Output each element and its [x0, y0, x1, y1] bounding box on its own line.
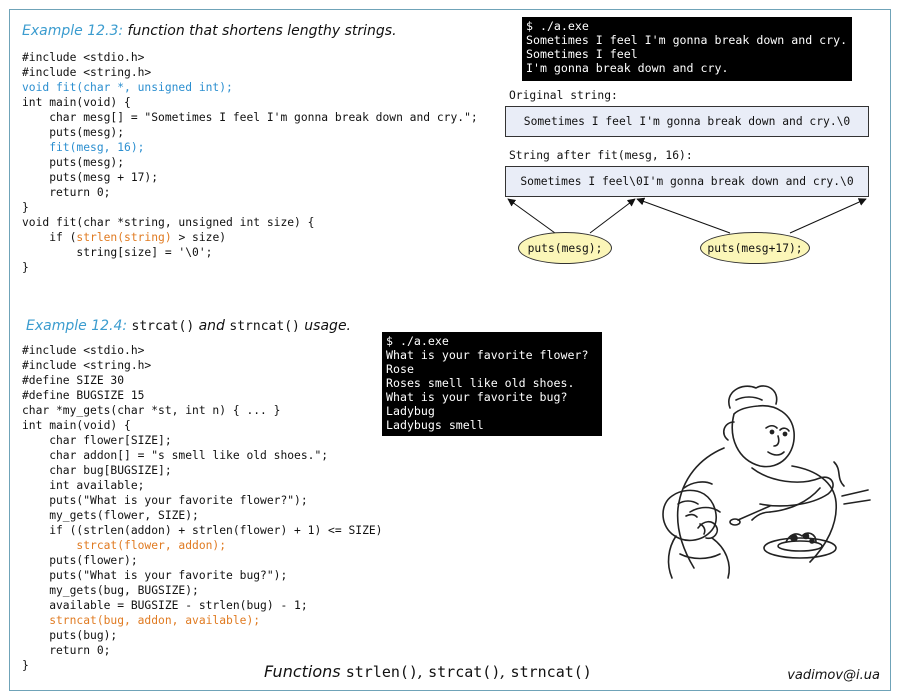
code-line: return 0;: [22, 644, 111, 657]
and-word: and: [194, 318, 230, 334]
example-12-4-code: #include <stdio.h> #include <string.h> #de…: [22, 343, 382, 673]
comma-1: ,: [417, 662, 429, 681]
strncat-func-name: strncat(): [229, 319, 300, 334]
code-line: char flower[SIZE];: [22, 434, 172, 447]
terminal-line: Rose: [386, 362, 414, 376]
code-line: available = BUGSIZE - strlen(bug) - 1;: [22, 599, 308, 612]
example-12-4-title: Example 12.4: strcat() and strncat() usa…: [26, 318, 351, 334]
strncat-name: strncat(): [510, 663, 592, 681]
terminal-line: Ladybug: [386, 404, 435, 418]
code-line: char *my_gets(char *st, int n) { ... }: [22, 404, 281, 417]
puts-mesg17-bubble: puts(mesg+17);: [700, 232, 810, 264]
footer-title: Functions strlen(), strcat(), strncat(): [264, 662, 592, 681]
code-line: puts(bug);: [22, 629, 118, 642]
code-line: char addon[] = "s smell like old shoes."…: [22, 449, 329, 462]
usage-word: usage.: [299, 318, 352, 334]
strcat-name: strcat(): [428, 663, 501, 681]
arrow-mesg17-start: [636, 197, 731, 234]
code-line: strcat(flower, addon);: [22, 539, 227, 552]
code-line: #define BUGSIZE 15: [22, 389, 145, 402]
code-line: puts("What is your favorite flower?");: [22, 494, 308, 507]
code-line: #include <string.h>: [22, 359, 152, 372]
functions-word: Functions: [264, 662, 346, 681]
terminal-line: What is your favorite flower?: [386, 348, 589, 362]
code-line: strncat(bug, addon, available);: [22, 614, 261, 627]
terminal-line: $ ./a.exe: [386, 334, 449, 348]
arrow-mesg-end: [589, 198, 636, 234]
terminal-line: Roses smell like old shoes.: [386, 376, 575, 390]
arrow-mesg-start: [507, 198, 556, 234]
example-12-4-terminal: $ ./a.exe What is your favorite flower? Ro…: [382, 332, 602, 436]
terminal-line: Ladybugs smell: [386, 418, 484, 432]
comma-2: ,: [500, 662, 511, 681]
code-line: my_gets(bug, BUGSIZE);: [22, 584, 199, 597]
strlen-name: strlen(): [345, 663, 418, 681]
example-number: Example 12.4:: [26, 318, 128, 334]
code-line: my_gets(flower, SIZE);: [22, 509, 199, 522]
code-line: puts(flower);: [22, 554, 138, 567]
code-line: int available;: [22, 479, 145, 492]
code-line: #define SIZE 30: [22, 374, 125, 387]
arrow-mesg17-end: [789, 198, 867, 234]
mother-feeding-child-drawing-icon: [662, 385, 871, 579]
code-line: int main(void) {: [22, 419, 131, 432]
strcat-func-name: strcat(): [131, 319, 195, 334]
code-line: #include <stdio.h>: [22, 344, 145, 357]
code-line: if ((strlen(addon) + strlen(flower) + 1)…: [22, 524, 383, 537]
author-signature: vadimov@i.ua: [787, 668, 880, 683]
code-line: char bug[BUGSIZE];: [22, 464, 172, 477]
code-line: puts("What is your favorite bug?");: [22, 569, 288, 582]
puts-mesg-bubble: puts(mesg);: [518, 232, 612, 264]
terminal-line: What is your favorite bug?: [386, 390, 568, 404]
